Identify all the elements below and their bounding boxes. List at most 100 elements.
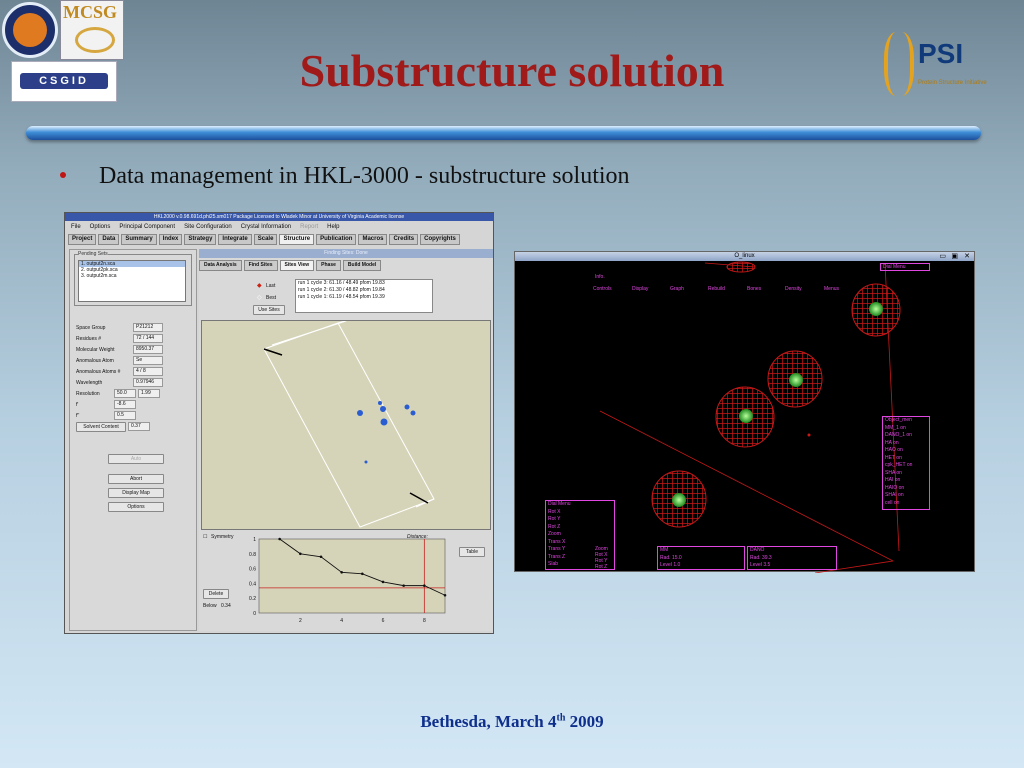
display-map-button[interactable]: Display Map [108,488,164,498]
options-button[interactable]: Options [108,502,164,512]
list-item[interactable]: run 1 cycle 1: 61.19 / 48.54 pfom 19.39 [296,294,432,301]
runs-list[interactable]: run 1 cycle 3: 61.16 / 48.49 pfom 19.83 … [295,279,433,313]
list-item[interactable]: HAIO on [885,485,929,493]
list-item[interactable]: HAI on [885,477,929,485]
menu-file[interactable]: File [71,224,81,230]
x-tick-label: 4 [340,618,343,624]
tab-index[interactable]: Index [158,233,183,245]
molecular-weight-field[interactable]: 8950.37 [133,345,163,354]
below-value: 0.34 [221,603,231,609]
auto-button[interactable]: Auto [108,454,164,464]
list-item[interactable]: Zoom [548,531,614,539]
list-item[interactable]: cpk_HET on [885,462,929,470]
mm-radius[interactable]: Rad. 15.0 [660,555,744,563]
param-label: Residues # [76,335,102,342]
distance-chart[interactable]: 1 0.8 0.6 0.4 0.2 0 2 4 6 8 [239,537,453,631]
list-item[interactable]: Rot X [548,509,614,517]
list-item[interactable]: Rot Z [548,524,614,532]
radio-last-icon[interactable]: ◆ [257,282,262,289]
tab-summary[interactable]: Summary [121,233,157,245]
density-blob [715,386,775,448]
tab-copyrights[interactable]: Copyrights [420,233,460,245]
list-item[interactable]: SHAI on [885,492,929,500]
f-double-prime-field[interactable]: 0.5 [114,411,136,420]
list-item[interactable]: HAO on [885,447,929,455]
param-label: Anomalous Atoms # [76,368,121,375]
tab-macros[interactable]: Macros [358,233,388,245]
wavelength-field[interactable]: 0.97946 [133,378,163,387]
list-item[interactable]: run 1 cycle 3: 61.16 / 48.49 pfom 19.83 [296,280,432,287]
radio-best-icon[interactable]: ◇ [257,294,262,301]
data-point [402,584,405,587]
object-menu-title: Object_men [885,417,912,423]
menu-crystal-information[interactable]: Crystal Information [241,224,291,230]
solvent-content-field[interactable]: 0.37 [128,422,150,431]
bullet-dot-icon [60,172,66,178]
menu-options[interactable]: Options [90,224,111,230]
list-item[interactable]: SHA on [885,470,929,478]
solvent-content-button[interactable]: Solvent Content [76,421,126,432]
sites-3d-view[interactable] [201,318,491,530]
f-prime-field[interactable]: -8.6 [114,400,136,409]
residues-field[interactable]: 72 / 144 [133,334,163,343]
menu-help[interactable]: Help [327,224,339,230]
list-item[interactable]: 3. output2m.sca [79,273,185,279]
tab-sites-view[interactable]: Sites View [279,260,315,271]
maximize-icon[interactable]: ▣ [951,252,958,260]
list-item[interactable]: Rot Y [548,516,614,524]
dano-contour-panel[interactable]: DANO Rad. 39.3 Level 3.5 [747,546,837,570]
tab-structure[interactable]: Structure [279,233,315,245]
tab-project[interactable]: Project [68,233,97,245]
tab-data[interactable]: Data [98,233,120,245]
dano-radius[interactable]: Rad. 39.3 [750,555,836,563]
tab-data-analysis[interactable]: Data Analysis [199,260,242,271]
data-point [340,571,343,574]
symmetry-checkbox[interactable]: ☐ [203,534,207,540]
tab-scale[interactable]: Scale [253,233,278,245]
tab-publication[interactable]: Publication [316,233,357,245]
space-group-field[interactable]: P21212 [133,323,163,332]
close-icon[interactable]: ✕ [964,252,970,260]
anomalous-atom-field[interactable]: Se [133,356,163,365]
o-titlebar[interactable]: O_linux [515,252,974,261]
use-sites-button[interactable]: Use Sites [253,305,285,315]
x-tick-label: 6 [382,618,385,624]
resolution-low-field[interactable]: 50.0 [114,389,136,398]
abort-button[interactable]: Abort [108,474,164,484]
delete-button[interactable]: Delete [203,589,229,599]
tab-find-sites[interactable]: Find Sites [243,260,278,271]
pending-sets-list[interactable]: 1. output2n.sca 2. output2pk.sca 3. outp… [78,260,186,302]
menu-principal-component[interactable]: Principal Component [119,224,175,230]
tab-integrate[interactable]: Integrate [218,233,252,245]
list-item[interactable]: cell on [885,500,929,508]
list-item[interactable]: HA on [885,440,929,448]
list-item[interactable]: HET on [885,455,929,463]
param-label: Wavelength [76,379,103,386]
tab-build-model[interactable]: Build Model [342,260,382,271]
dano-level[interactable]: Level 3.5 [750,562,836,570]
dial-menu-top[interactable]: Dial Menu [880,263,930,271]
hkl-right-panel: Finding Sites: Done Data Analysis Find S… [199,249,493,631]
anomalous-atoms-count-field[interactable]: 4 / 8 [133,367,163,376]
hkl-titlebar[interactable]: HKL2000 v.0.98.691d.phi25.sm017 Package … [65,213,493,221]
menu-site-configuration[interactable]: Site Configuration [184,224,232,230]
list-item[interactable]: run 1 cycle 2: 61.30 / 48.82 pfom 19.84 [296,287,432,294]
mm-contour-panel[interactable]: MM Rad. 15.0 Level 1.0 [657,546,745,570]
f-double-prime-label: f'' [76,412,80,419]
object-menu[interactable]: Object_men MM_1 on DANO_1 on HA on HAO o… [882,416,930,510]
menu-report[interactable]: Report [300,224,318,230]
minimize-icon[interactable]: ▭ [939,252,946,260]
plot-area [258,538,446,614]
list-item[interactable]: Trans X [548,539,614,547]
mm-level[interactable]: Level 1.0 [660,562,744,570]
list-item[interactable]: DANO_1 on [885,432,929,440]
resolution-high-field[interactable]: 1.99 [138,389,160,398]
tab-credits[interactable]: Credits [389,233,419,245]
finding-sites-status: Finding Sites: Done [199,249,493,258]
footer-year: 2009 [569,712,604,731]
table-button[interactable]: Table [459,547,485,557]
y-tick-label: 0 [253,611,256,617]
tab-strategy[interactable]: Strategy [184,233,217,245]
tab-phase[interactable]: Phase [316,260,341,271]
list-item[interactable]: MM_1 on [885,425,929,433]
